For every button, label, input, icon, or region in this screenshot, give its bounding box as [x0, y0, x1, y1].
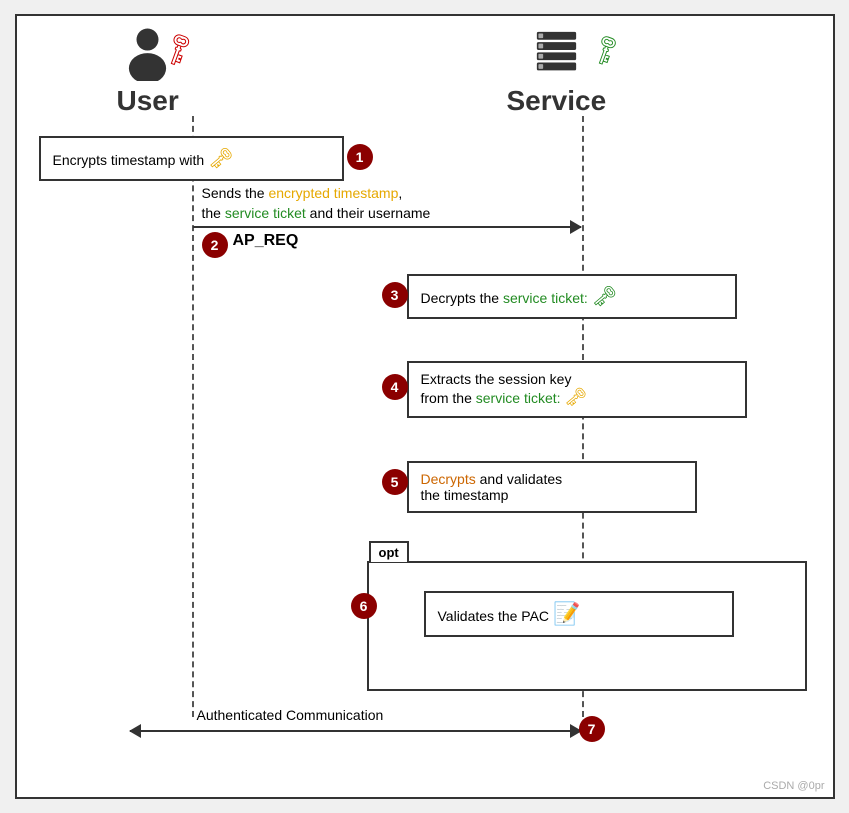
step2-text-the: the	[202, 205, 225, 221]
step3-service-ticket: service ticket:	[503, 290, 588, 306]
step7-arrow-line	[130, 730, 582, 732]
step2-label: AP_REQ	[233, 232, 299, 250]
step5-decrypts: Decrypts	[421, 471, 476, 487]
step4-service-ticket: service ticket:	[476, 390, 561, 406]
step7-number: 7	[579, 716, 605, 742]
step3-text: Decrypts the	[421, 290, 503, 306]
watermark: CSDN @0pr	[763, 780, 824, 792]
step4-line1: Extracts the session key	[421, 371, 572, 387]
step6-opt-tab: opt	[369, 541, 409, 562]
service-green-key-icon: 🗝	[586, 30, 627, 70]
step5-box: Decrypts and validates the timestamp	[407, 461, 697, 513]
step2-text-end: and their username	[306, 205, 431, 221]
step1-yellow-key: 🗝	[208, 148, 233, 170]
step2-comma: ,	[398, 185, 402, 201]
step5-text2: the timestamp	[421, 487, 509, 503]
step6-number: 6	[351, 593, 377, 619]
step4-yellow-key: 🗝	[564, 387, 587, 407]
step1-number: 1	[347, 144, 373, 170]
step5-number: 5	[382, 469, 408, 495]
step6-inner-box: Validates the PAC 📝	[424, 591, 734, 637]
step2-encrypted-timestamp: encrypted timestamp	[268, 185, 398, 201]
step2-number: 2	[202, 232, 228, 258]
user-label: User	[117, 85, 179, 117]
step2-arrow	[193, 226, 581, 228]
step2-text-before1: Sends the	[202, 185, 269, 201]
step3-number: 3	[382, 282, 408, 308]
step2-message: Sends the encrypted timestamp, the servi…	[202, 184, 431, 223]
step5-text1: and validates	[476, 471, 562, 487]
step7-left-arrowhead	[129, 724, 141, 738]
step6-opt-container: opt Validates the PAC 📝	[367, 561, 807, 691]
step1-text: Encrypts timestamp with	[53, 152, 209, 168]
step4-box: Extracts the session key from the servic…	[407, 361, 747, 418]
step7-message: Authenticated Communication	[197, 706, 384, 726]
step3-box: Decrypts the service ticket: 🗝	[407, 274, 737, 319]
service-icon	[529, 26, 584, 81]
step6-text: Validates the PAC	[438, 608, 553, 624]
actor-user: 🗝 User	[117, 26, 179, 117]
step2-service-ticket: service ticket	[225, 205, 306, 221]
step3-green-key: 🗝	[592, 286, 617, 308]
step4-number: 4	[382, 374, 408, 400]
service-label: Service	[507, 85, 607, 117]
user-lifeline	[192, 116, 194, 717]
step6-doc-icon: 📝	[553, 601, 580, 626]
step7-text: Authenticated Communication	[197, 707, 384, 723]
diagram-container: 🗝 User 🗝 Service Encrypts timestamp with	[15, 14, 835, 799]
step1-box: Encrypts timestamp with 🗝	[39, 136, 344, 181]
actor-service: 🗝 Service	[507, 26, 607, 117]
step4-text-from: from the	[421, 390, 476, 406]
